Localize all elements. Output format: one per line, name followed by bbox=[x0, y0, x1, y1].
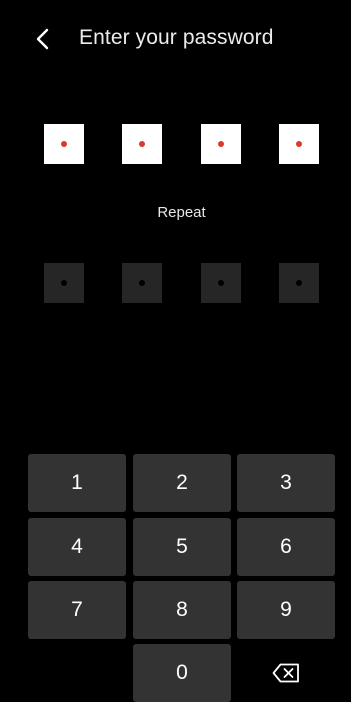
repeat-digit-dot bbox=[296, 280, 302, 286]
key-9[interactable]: 9 bbox=[237, 581, 335, 639]
backspace-button[interactable] bbox=[237, 644, 335, 702]
repeat-digit-dot bbox=[218, 280, 224, 286]
key-2[interactable]: 2 bbox=[133, 454, 231, 512]
key-5[interactable]: 5 bbox=[133, 518, 231, 576]
key-4[interactable]: 4 bbox=[28, 518, 126, 576]
password-digit-dot bbox=[61, 141, 67, 147]
key-0[interactable]: 0 bbox=[133, 644, 231, 702]
page-title: Enter your password bbox=[79, 26, 274, 49]
password-digit-3 bbox=[201, 124, 241, 164]
key-6[interactable]: 6 bbox=[237, 518, 335, 576]
repeat-digit-3 bbox=[201, 263, 241, 303]
repeat-pin-row bbox=[0, 263, 351, 303]
keypad-empty-slot bbox=[28, 644, 126, 702]
back-button[interactable] bbox=[26, 22, 60, 56]
password-pin-row bbox=[0, 124, 351, 164]
password-digit-2 bbox=[122, 124, 162, 164]
password-digit-4 bbox=[279, 124, 319, 164]
repeat-digit-dot bbox=[61, 280, 67, 286]
key-3[interactable]: 3 bbox=[237, 454, 335, 512]
password-digit-dot bbox=[218, 141, 224, 147]
backspace-icon bbox=[272, 663, 299, 683]
password-digit-dot bbox=[296, 141, 302, 147]
header: Enter your password bbox=[0, 0, 351, 78]
key-8[interactable]: 8 bbox=[133, 581, 231, 639]
repeat-digit-2 bbox=[122, 263, 162, 303]
repeat-digit-dot bbox=[139, 280, 145, 286]
repeat-digit-4 bbox=[279, 263, 319, 303]
chevron-left-icon bbox=[36, 28, 49, 50]
password-digit-dot bbox=[139, 141, 145, 147]
key-1[interactable]: 1 bbox=[28, 454, 126, 512]
repeat-label: Repeat bbox=[157, 204, 206, 221]
key-7[interactable]: 7 bbox=[28, 581, 126, 639]
password-digit-1 bbox=[44, 124, 84, 164]
repeat-digit-1 bbox=[44, 263, 84, 303]
